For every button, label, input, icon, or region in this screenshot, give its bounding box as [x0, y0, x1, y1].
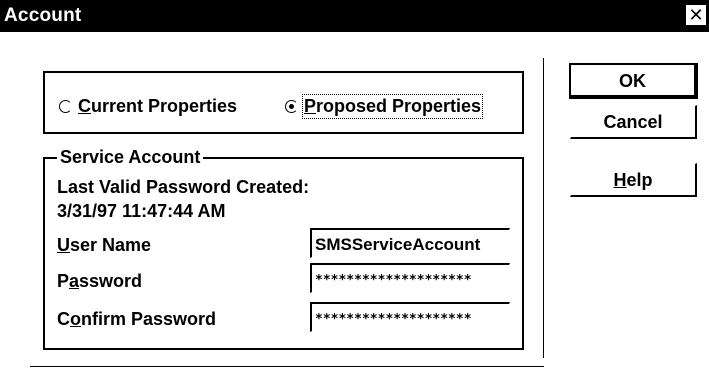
separator-vertical	[543, 58, 544, 358]
service-account-legend: Service Account	[57, 147, 204, 168]
current-properties-radio[interactable]: Current Properties	[59, 95, 237, 117]
password-label: Password	[57, 271, 143, 291]
user-name-label: User Name	[57, 235, 152, 255]
ok-button[interactable]: OK	[569, 63, 698, 99]
user-name-field[interactable]: SMSServiceAccount	[310, 228, 510, 258]
help-rest: elp	[626, 170, 653, 190]
cancel-button[interactable]: Cancel	[570, 105, 697, 139]
separator-horizontal	[30, 366, 544, 367]
help-accel: H	[613, 170, 627, 190]
last-valid-password-value: 3/31/97 11:47:44 AM	[57, 201, 226, 221]
window-title: Account	[4, 5, 82, 26]
properties-group: Current Properties Proposed Properties	[43, 71, 524, 134]
proposed-properties-label: Proposed Properties	[301, 93, 484, 119]
confirm-password-label: Confirm Password	[57, 309, 217, 329]
password-field[interactable]: ********************	[310, 263, 510, 293]
radio-checked-icon	[285, 99, 298, 113]
proposed-properties-radio[interactable]: Proposed Properties	[285, 93, 484, 119]
close-icon[interactable]: ✕	[685, 4, 707, 26]
confirm-password-field[interactable]: ********************	[310, 302, 510, 332]
service-account-group: Service Account Last Valid Password Crea…	[43, 147, 524, 350]
title-bar: Account ✕	[0, 0, 709, 32]
current-properties-label: Current Properties	[78, 95, 238, 116]
radio-unchecked-icon	[59, 99, 72, 113]
last-valid-password-label: Last Valid Password Created:	[57, 177, 310, 197]
help-button[interactable]: Help	[570, 163, 697, 197]
